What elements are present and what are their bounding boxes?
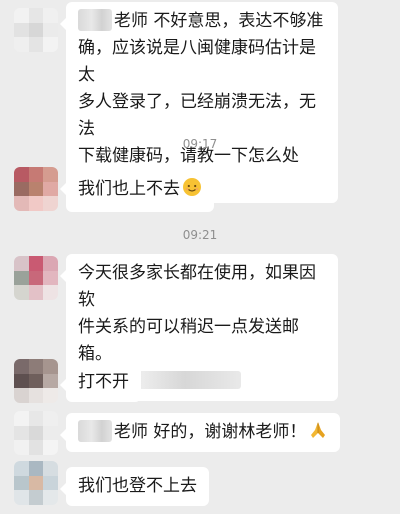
avatar[interactable] — [14, 167, 58, 211]
message-bubble[interactable]: 我们也登不上去 — [60, 467, 209, 506]
message-line: 老师 不好意思，表达不够准 — [78, 8, 326, 35]
message-line: 今天很多家长都在使用，如果因软 — [78, 263, 316, 310]
message-bubble[interactable]: 老师 好的，谢谢林老师！ — [59, 413, 341, 452]
chat-window: 老师 不好意思，表达不够准 确，应该说是八闽健康码估计是太 多人登录了，已经崩溃… — [0, 0, 400, 514]
message-text: 我们也上不去 — [78, 179, 180, 199]
message-line: 件关系的可以稍迟一点发送邮箱。 — [78, 317, 299, 364]
avatar[interactable] — [14, 256, 58, 300]
avatar[interactable] — [14, 359, 58, 403]
message-text: 老师 好的，谢谢林老师！ — [114, 422, 307, 442]
smiling-face-emoji — [183, 178, 201, 196]
message-bubble[interactable]: 我们也上不去 — [60, 167, 214, 212]
message-line: 确，应该说是八闽健康码估计是太 — [78, 38, 316, 85]
avatar[interactable] — [14, 411, 58, 455]
avatar[interactable] — [14, 461, 58, 505]
redacted-name — [78, 9, 112, 31]
avatar[interactable] — [14, 8, 58, 52]
folded-hands-emoji — [311, 422, 326, 438]
redacted-name — [78, 420, 112, 442]
timestamp: 09:17 — [182, 137, 218, 151]
message-line: 多人登录了，已经崩溃无法，无法 — [78, 92, 316, 139]
message-bubble[interactable]: 打不开 — [60, 363, 141, 402]
message-text: 我们也登不上去 — [78, 476, 197, 496]
message-text: 打不开 — [78, 372, 129, 392]
timestamp: 09:21 — [182, 228, 218, 242]
